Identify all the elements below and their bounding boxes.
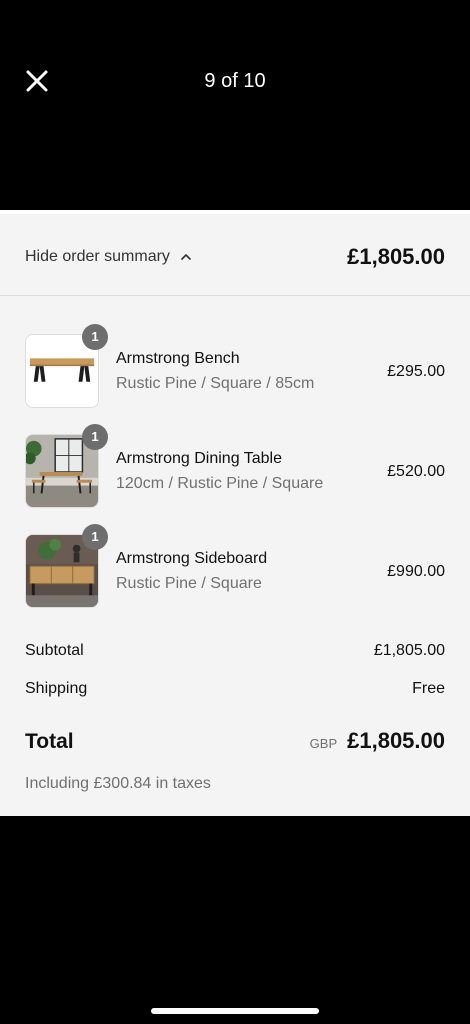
list-item: 1 Armstrong Dining Table 120cm / Rustic … bbox=[0, 424, 470, 534]
order-summary-toggle[interactable]: Hide order summary £1,805.00 bbox=[0, 214, 470, 296]
subtotal-label: Subtotal bbox=[25, 642, 84, 659]
shipping-label: Shipping bbox=[25, 680, 88, 697]
item-name: Armstrong Bench bbox=[116, 350, 240, 367]
shipping-value: Free bbox=[412, 680, 445, 697]
viewer-top-bar: 9 of 10 bbox=[0, 0, 470, 210]
subtotal-value: £1,805.00 bbox=[373, 642, 445, 659]
toggle-label: Hide order summary bbox=[25, 248, 170, 265]
quantity-badge: 1 bbox=[82, 324, 108, 350]
quantity-badge: 1 bbox=[82, 424, 108, 450]
line-items-list: 1 Armstrong Bench Rustic Pine / Square /… bbox=[0, 324, 470, 634]
item-price: £295.00 bbox=[387, 363, 445, 380]
home-indicator[interactable] bbox=[151, 1008, 319, 1014]
hide-order-summary-button[interactable]: Hide order summary bbox=[25, 248, 192, 266]
item-variant: Rustic Pine / Square / 85cm bbox=[116, 375, 315, 392]
subtotal-row: Subtotal £1,805.00 bbox=[25, 642, 445, 660]
currency-code: GBP bbox=[309, 736, 338, 751]
item-name: Armstrong Sideboard bbox=[116, 550, 268, 567]
shipping-row: Shipping Free bbox=[25, 680, 445, 698]
taxes-note: Including £300.84 in taxes bbox=[25, 775, 211, 792]
list-item: 1 Armstrong Bench Rustic Pine / Square /… bbox=[0, 324, 470, 434]
chevron-up-icon bbox=[180, 251, 192, 263]
image-counter: 9 of 10 bbox=[204, 70, 266, 92]
item-variant: 120cm / Rustic Pine / Square bbox=[116, 475, 324, 492]
item-price: £990.00 bbox=[387, 563, 445, 580]
list-item: 1 Armstrong Sideboard Rustic Pine / Squa… bbox=[0, 524, 470, 634]
item-price: £520.00 bbox=[387, 463, 445, 480]
summary-total: £1,805.00 bbox=[347, 244, 445, 269]
total-row: Total GBP £1,805.00 bbox=[25, 728, 445, 754]
total-value: £1,805.00 bbox=[347, 728, 445, 753]
item-variant: Rustic Pine / Square bbox=[116, 575, 262, 592]
order-summary-panel: Hide order summary £1,805.00 1 Armstrong… bbox=[0, 210, 470, 816]
total-label: Total bbox=[25, 730, 74, 753]
item-name: Armstrong Dining Table bbox=[116, 450, 283, 467]
quantity-badge: 1 bbox=[82, 524, 108, 550]
